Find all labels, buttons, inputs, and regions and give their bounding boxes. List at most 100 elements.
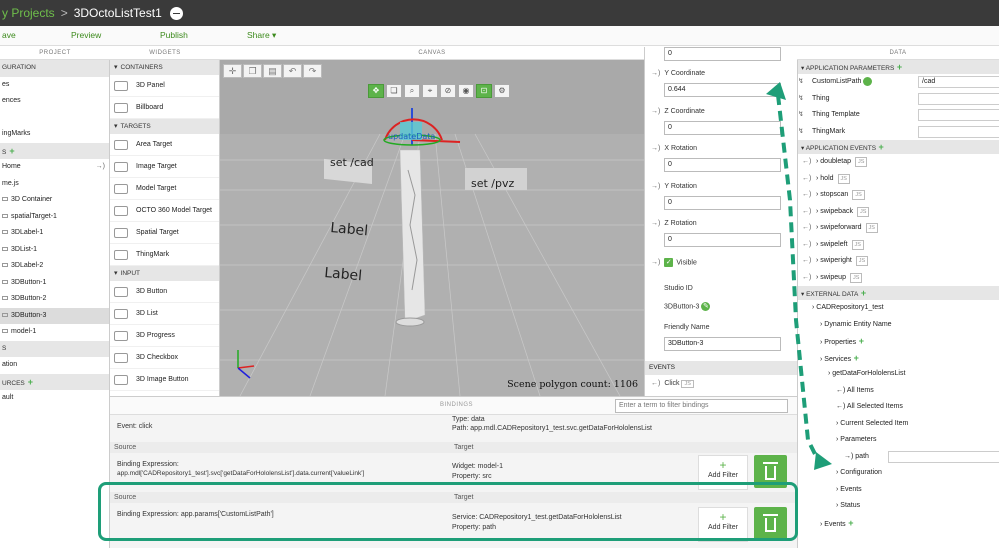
external-data-node[interactable]: ←) All Selected Items [798, 399, 999, 416]
z-rotation-field[interactable]: 0 [664, 233, 781, 247]
widget-item[interactable]: 3D Panel [110, 75, 219, 97]
bindings-filter-input[interactable]: Enter a term to filter bindings [615, 399, 788, 413]
app-event-row[interactable]: ←) › swipeleft JS [798, 237, 999, 254]
binding-icon[interactable]: ↯ [798, 107, 808, 124]
project-item[interactable]: me.js [0, 176, 109, 193]
widget-item[interactable]: 3D Checkbox [110, 347, 219, 369]
add-icon[interactable]: + [876, 142, 884, 152]
external-data-node[interactable]: › CADRepository1_test [798, 300, 999, 317]
project-item[interactable] [0, 110, 109, 127]
project-item[interactable]: 3DLabel-2 [0, 258, 109, 275]
binding-icon[interactable]: ↯ [798, 91, 808, 108]
canvas-view[interactable]: ✛ ❐ ▤ ↶ ↷ ✥ ❏ ⌕ ⌖ ⊘ ◉ ⊡ ⚙ set /cad set /… [220, 60, 644, 396]
project-item[interactable]: model-1 [0, 324, 109, 341]
project-item[interactable]: ation [0, 357, 109, 374]
event-arrow-icon[interactable]: ←) [802, 171, 812, 188]
tree-toggle-icon[interactable]: ←) [836, 403, 847, 410]
external-data-node[interactable]: › Services + [798, 350, 999, 367]
bind-arrow-icon[interactable]: →) [651, 259, 660, 266]
edit-icon[interactable] [863, 76, 873, 86]
project-item[interactable]: 3D Container [0, 192, 109, 209]
collapse-icon[interactable]: ▾ [114, 266, 118, 281]
project-item[interactable]: spatialTarget-1 [0, 209, 109, 226]
project-item[interactable]: ences [0, 93, 109, 110]
widget-item[interactable]: Billboard [110, 97, 219, 119]
app-params-header[interactable]: ▾ APPLICATION PARAMETERS + [798, 60, 999, 74]
add-icon[interactable]: + [9, 146, 14, 156]
bind-arrow-icon[interactable]: →) [651, 183, 660, 190]
external-data-node[interactable]: › Events + [798, 515, 999, 532]
param-value-input[interactable] [918, 125, 999, 138]
y-coordinate-field[interactable]: 0.644 [664, 83, 781, 97]
widget-item[interactable]: Image Target [110, 156, 219, 178]
binding-icon[interactable]: ↯ [798, 124, 808, 141]
edit-icon[interactable]: ✎ [701, 302, 711, 311]
app-param-row[interactable]: ↯ Thing Template [798, 107, 999, 124]
app-event-row[interactable]: ←) › swipeforward JS [798, 220, 999, 237]
tree-toggle-icon[interactable]: ←) [836, 387, 847, 394]
add-icon[interactable]: + [28, 377, 33, 387]
event-arrow-icon[interactable]: ←) [802, 270, 812, 287]
js-button[interactable]: JS [855, 256, 869, 266]
event-arrow-icon[interactable]: ←) [802, 154, 812, 171]
project-section[interactable]: S + [0, 142, 109, 159]
preview-button[interactable]: Preview [71, 30, 101, 40]
project-section[interactable]: URCES + [0, 373, 109, 390]
z-coordinate-field[interactable]: 0 [664, 121, 781, 135]
publish-button[interactable]: Publish [160, 30, 188, 40]
share-button[interactable]: Share ▾ [247, 30, 276, 41]
param-value-input[interactable] [918, 92, 999, 105]
minus-circle-icon[interactable] [169, 6, 183, 20]
project-item[interactable]: 3DButton-3 [0, 307, 109, 324]
app-event-row[interactable]: ←) › swiperight JS [798, 253, 999, 270]
collapse-icon[interactable]: ▾ [114, 119, 118, 134]
external-data-node[interactable]: › Configuration [798, 465, 999, 482]
widget-category[interactable]: ▾ CONTAINERS [110, 60, 219, 75]
app-event-row[interactable]: ←) › stopscan JS [798, 187, 999, 204]
project-item[interactable]: ingMarks [0, 126, 109, 143]
bind-arrow-icon[interactable]: ←) [651, 380, 660, 387]
external-data-node[interactable]: › Dynamic Entity Name [798, 317, 999, 334]
event-arrow-icon[interactable]: ←) [802, 237, 812, 254]
project-item[interactable]: 3DList-1 [0, 242, 109, 259]
path-param-input[interactable] [888, 450, 999, 463]
app-event-row[interactable]: ←) › swipeup JS [798, 270, 999, 287]
breadcrumb-projects[interactable]: y Projects [2, 6, 55, 20]
js-button[interactable]: JS [852, 190, 865, 200]
add-icon[interactable]: + [856, 336, 864, 346]
x-rotation-field[interactable]: 0 [664, 158, 781, 172]
project-item[interactable]: 3DButton-2 [0, 291, 109, 308]
app-event-row[interactable]: ←) › swipeback JS [798, 204, 999, 221]
bind-arrow-icon[interactable]: →) [651, 220, 660, 227]
widget-item[interactable]: Spatial Target [110, 222, 219, 244]
app-param-row[interactable]: ↯ CustomListPath/cad [798, 74, 999, 91]
app-event-row[interactable]: ←) › doubletap JS [798, 154, 999, 171]
widget-item[interactable]: 3D Image Button [110, 369, 219, 391]
project-section[interactable]: GURATION [0, 60, 109, 77]
widget-item[interactable]: Model Target [110, 178, 219, 200]
app-param-row[interactable]: ↯ Thing [798, 91, 999, 108]
y-rotation-field[interactable]: 0 [664, 196, 781, 210]
project-item[interactable]: es [0, 77, 109, 94]
collapse-icon[interactable]: ▾ [114, 60, 118, 75]
widget-category[interactable]: ▾ TARGETS [110, 119, 219, 134]
js-button[interactable]: JS [681, 380, 694, 388]
widget-item[interactable]: 3D Button [110, 281, 219, 303]
add-icon[interactable]: + [894, 62, 902, 72]
app-param-row[interactable]: ↯ ThingMark [798, 124, 999, 141]
event-arrow-icon[interactable]: ←) [802, 253, 812, 270]
tree-toggle-icon[interactable]: →) [844, 453, 855, 460]
external-data-node[interactable]: › Properties + [798, 333, 999, 350]
external-data-node[interactable]: →) path [798, 449, 999, 466]
widget-item[interactable]: 3D Progress [110, 325, 219, 347]
js-button[interactable]: JS [849, 272, 863, 283]
app-event-row[interactable]: ←) › hold JS [798, 171, 999, 188]
add-icon[interactable]: + [851, 353, 859, 363]
event-arrow-icon[interactable]: ←) [802, 220, 812, 237]
external-data-node[interactable]: › Parameters [798, 432, 999, 449]
widget-item[interactable]: 3D List [110, 303, 219, 325]
event-arrow-icon[interactable]: ←) [802, 187, 812, 204]
bind-arrow-icon[interactable]: →) [651, 145, 660, 152]
external-data-node[interactable]: ←) All Items [798, 383, 999, 400]
external-data-node[interactable]: › getDataForHololensList [798, 366, 999, 383]
